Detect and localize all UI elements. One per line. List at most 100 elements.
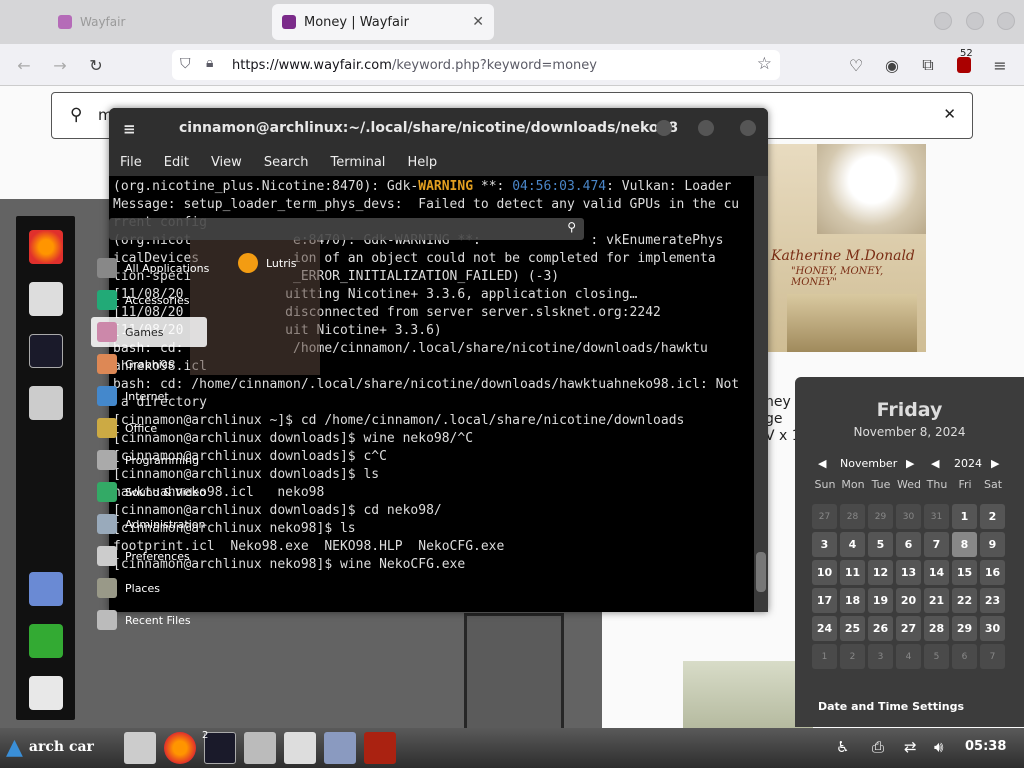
calendar-day-cell[interactable]: 17 <box>812 588 837 613</box>
calendar-day-cell[interactable]: 18 <box>840 588 865 613</box>
start-menu-button[interactable]: ▲ arch car <box>6 734 94 760</box>
calendar-day-cell[interactable]: 1 <box>952 504 977 529</box>
menu-file[interactable]: File <box>120 155 142 170</box>
prev-year-icon[interactable]: ◀ <box>931 457 939 470</box>
menu-search[interactable]: Search <box>264 155 309 170</box>
calendar-day-cell[interactable]: 12 <box>868 560 893 585</box>
calendar-day-cell[interactable]: 11 <box>840 560 865 585</box>
next-year-icon[interactable]: ▶ <box>991 457 999 470</box>
menu-category-programming[interactable]: Programming <box>91 445 331 475</box>
calendar-day-cell[interactable]: 2 <box>840 644 865 669</box>
firefox-icon[interactable] <box>29 230 63 264</box>
calendar-day-cell[interactable]: 24 <box>812 616 837 641</box>
terminal-menu-icon[interactable]: ≡ <box>123 120 136 138</box>
calendar-day-cell[interactable]: 4 <box>840 532 865 557</box>
next-month-icon[interactable]: ▶ <box>906 457 914 470</box>
file-manager-icon[interactable] <box>29 386 63 420</box>
calendar-day-cell[interactable]: 7 <box>924 532 949 557</box>
pocket-icon[interactable]: ♡ <box>845 54 867 76</box>
menu-category-games[interactable]: Games <box>91 317 207 347</box>
printer-icon[interactable]: ⎙ <box>872 738 884 756</box>
calendar-day-cell[interactable]: 26 <box>868 616 893 641</box>
calendar-day-cell[interactable]: 8 <box>952 532 977 557</box>
calendar-day-cell[interactable]: 29 <box>868 504 893 529</box>
bookmark-star-icon[interactable]: ☆ <box>757 54 772 74</box>
firefox-taskbar-icon[interactable] <box>164 732 196 764</box>
terminal-minimize-icon[interactable] <box>656 120 672 136</box>
shutdown-icon[interactable] <box>29 676 63 710</box>
calendar-day-cell[interactable]: 13 <box>896 560 921 585</box>
archive-taskbar-icon[interactable] <box>284 732 316 764</box>
terminal-scrollbar[interactable] <box>754 176 768 612</box>
network-icon[interactable]: ⇄ <box>904 738 917 756</box>
calendar-day-cell[interactable]: 4 <box>896 644 921 669</box>
calendar-day-cell[interactable]: 22 <box>952 588 977 613</box>
calendar-day-cell[interactable]: 30 <box>896 504 921 529</box>
calendar-day-cell[interactable]: 27 <box>812 504 837 529</box>
menu-category-recent-files[interactable]: Recent Files <box>91 605 331 635</box>
calendar-day-cell[interactable]: 7 <box>980 644 1005 669</box>
files-taskbar-icon[interactable] <box>124 732 156 764</box>
calendar-day-cell[interactable]: 29 <box>952 616 977 641</box>
menu-category-places[interactable]: Places <box>91 573 331 603</box>
calendar-day-cell[interactable]: 21 <box>924 588 949 613</box>
extensions-icon[interactable]: ⧉ <box>917 54 939 76</box>
calendar-day-cell[interactable]: 30 <box>980 616 1005 641</box>
minimize-icon[interactable] <box>934 12 952 30</box>
hamburger-menu-icon[interactable]: ≡ <box>989 54 1011 76</box>
calendar-day-cell[interactable]: 16 <box>980 560 1005 585</box>
menu-terminal[interactable]: Terminal <box>330 155 385 170</box>
app-lutris[interactable]: Lutris <box>238 253 297 273</box>
calendar-day-cell[interactable]: 1 <box>812 644 837 669</box>
calendar-day-cell[interactable]: 6 <box>896 532 921 557</box>
volume-icon[interactable]: 🔊︎ <box>934 738 943 756</box>
logout-icon[interactable] <box>29 624 63 658</box>
calendar-day-cell[interactable]: 6 <box>952 644 977 669</box>
shield-icon[interactable]: ⛉ <box>180 56 191 72</box>
calendar-day-cell[interactable]: 28 <box>840 504 865 529</box>
calendar-day-cell[interactable]: 3 <box>812 532 837 557</box>
calendar-day-cell[interactable]: 19 <box>868 588 893 613</box>
calendar-day-cell[interactable]: 5 <box>924 644 949 669</box>
calendar-day-cell[interactable]: 28 <box>924 616 949 641</box>
maximize-icon[interactable] <box>966 12 984 30</box>
close-window-icon[interactable] <box>997 12 1015 30</box>
scrollbar-thumb[interactable] <box>756 552 766 592</box>
calendar-day-cell[interactable]: 9 <box>980 532 1005 557</box>
calendar-day-cell[interactable]: 3 <box>868 644 893 669</box>
lock-icon[interactable]: 🔒︎ <box>206 55 213 71</box>
calendar-day-cell[interactable]: 2 <box>980 504 1005 529</box>
menu-category-office[interactable]: Office <box>91 413 331 443</box>
calendar-day-cell[interactable]: 20 <box>896 588 921 613</box>
forward-icon[interactable]: → <box>49 54 71 76</box>
tab-money-wayfair[interactable]: Money | Wayfair ✕ <box>272 4 494 40</box>
close-tab-icon[interactable]: ✕ <box>472 14 484 30</box>
poster-image[interactable]: Katherine M.Donald "HONEY, MONEY, MONEY" <box>767 144 926 352</box>
calendar-day-cell[interactable]: 23 <box>980 588 1005 613</box>
prev-month-icon[interactable]: ◀ <box>818 457 826 470</box>
menu-edit[interactable]: Edit <box>164 155 189 170</box>
terminal-icon[interactable] <box>29 334 63 368</box>
menu-category-accessories[interactable]: Accessories <box>91 285 331 315</box>
image-viewer-taskbar-icon[interactable] <box>244 732 276 764</box>
url-bar[interactable]: ⛉ 🔒︎ https://www.wayfair.com/keyword.php… <box>172 50 780 80</box>
terminal-taskbar-icon[interactable] <box>204 732 236 764</box>
clear-search-icon[interactable]: ✕ <box>943 105 956 123</box>
back-icon[interactable]: ← <box>13 54 35 76</box>
lock-screen-icon[interactable] <box>29 572 63 606</box>
calendar-day-cell[interactable]: 14 <box>924 560 949 585</box>
accessibility-icon[interactable]: ♿︎ <box>836 738 849 756</box>
calendar-day-cell[interactable]: 27 <box>896 616 921 641</box>
calendar-day-cell[interactable]: 5 <box>868 532 893 557</box>
calendar-day-cell[interactable]: 10 <box>812 560 837 585</box>
reload-icon[interactable]: ↻ <box>85 54 107 76</box>
wine-taskbar-icon[interactable] <box>364 732 396 764</box>
tab-wayfair[interactable]: Wayfair <box>48 4 248 40</box>
menu-category-sound-video[interactable]: Sound & Video <box>91 477 331 507</box>
menu-category-preferences[interactable]: Preferences <box>91 541 331 571</box>
account-icon[interactable]: ◉ <box>881 54 903 76</box>
menu-search-input[interactable]: ⚲ <box>109 218 584 240</box>
menu-category-graphics[interactable]: Graphics <box>91 349 331 379</box>
keyboard-icon[interactable] <box>29 282 63 316</box>
terminal-maximize-icon[interactable] <box>698 120 714 136</box>
